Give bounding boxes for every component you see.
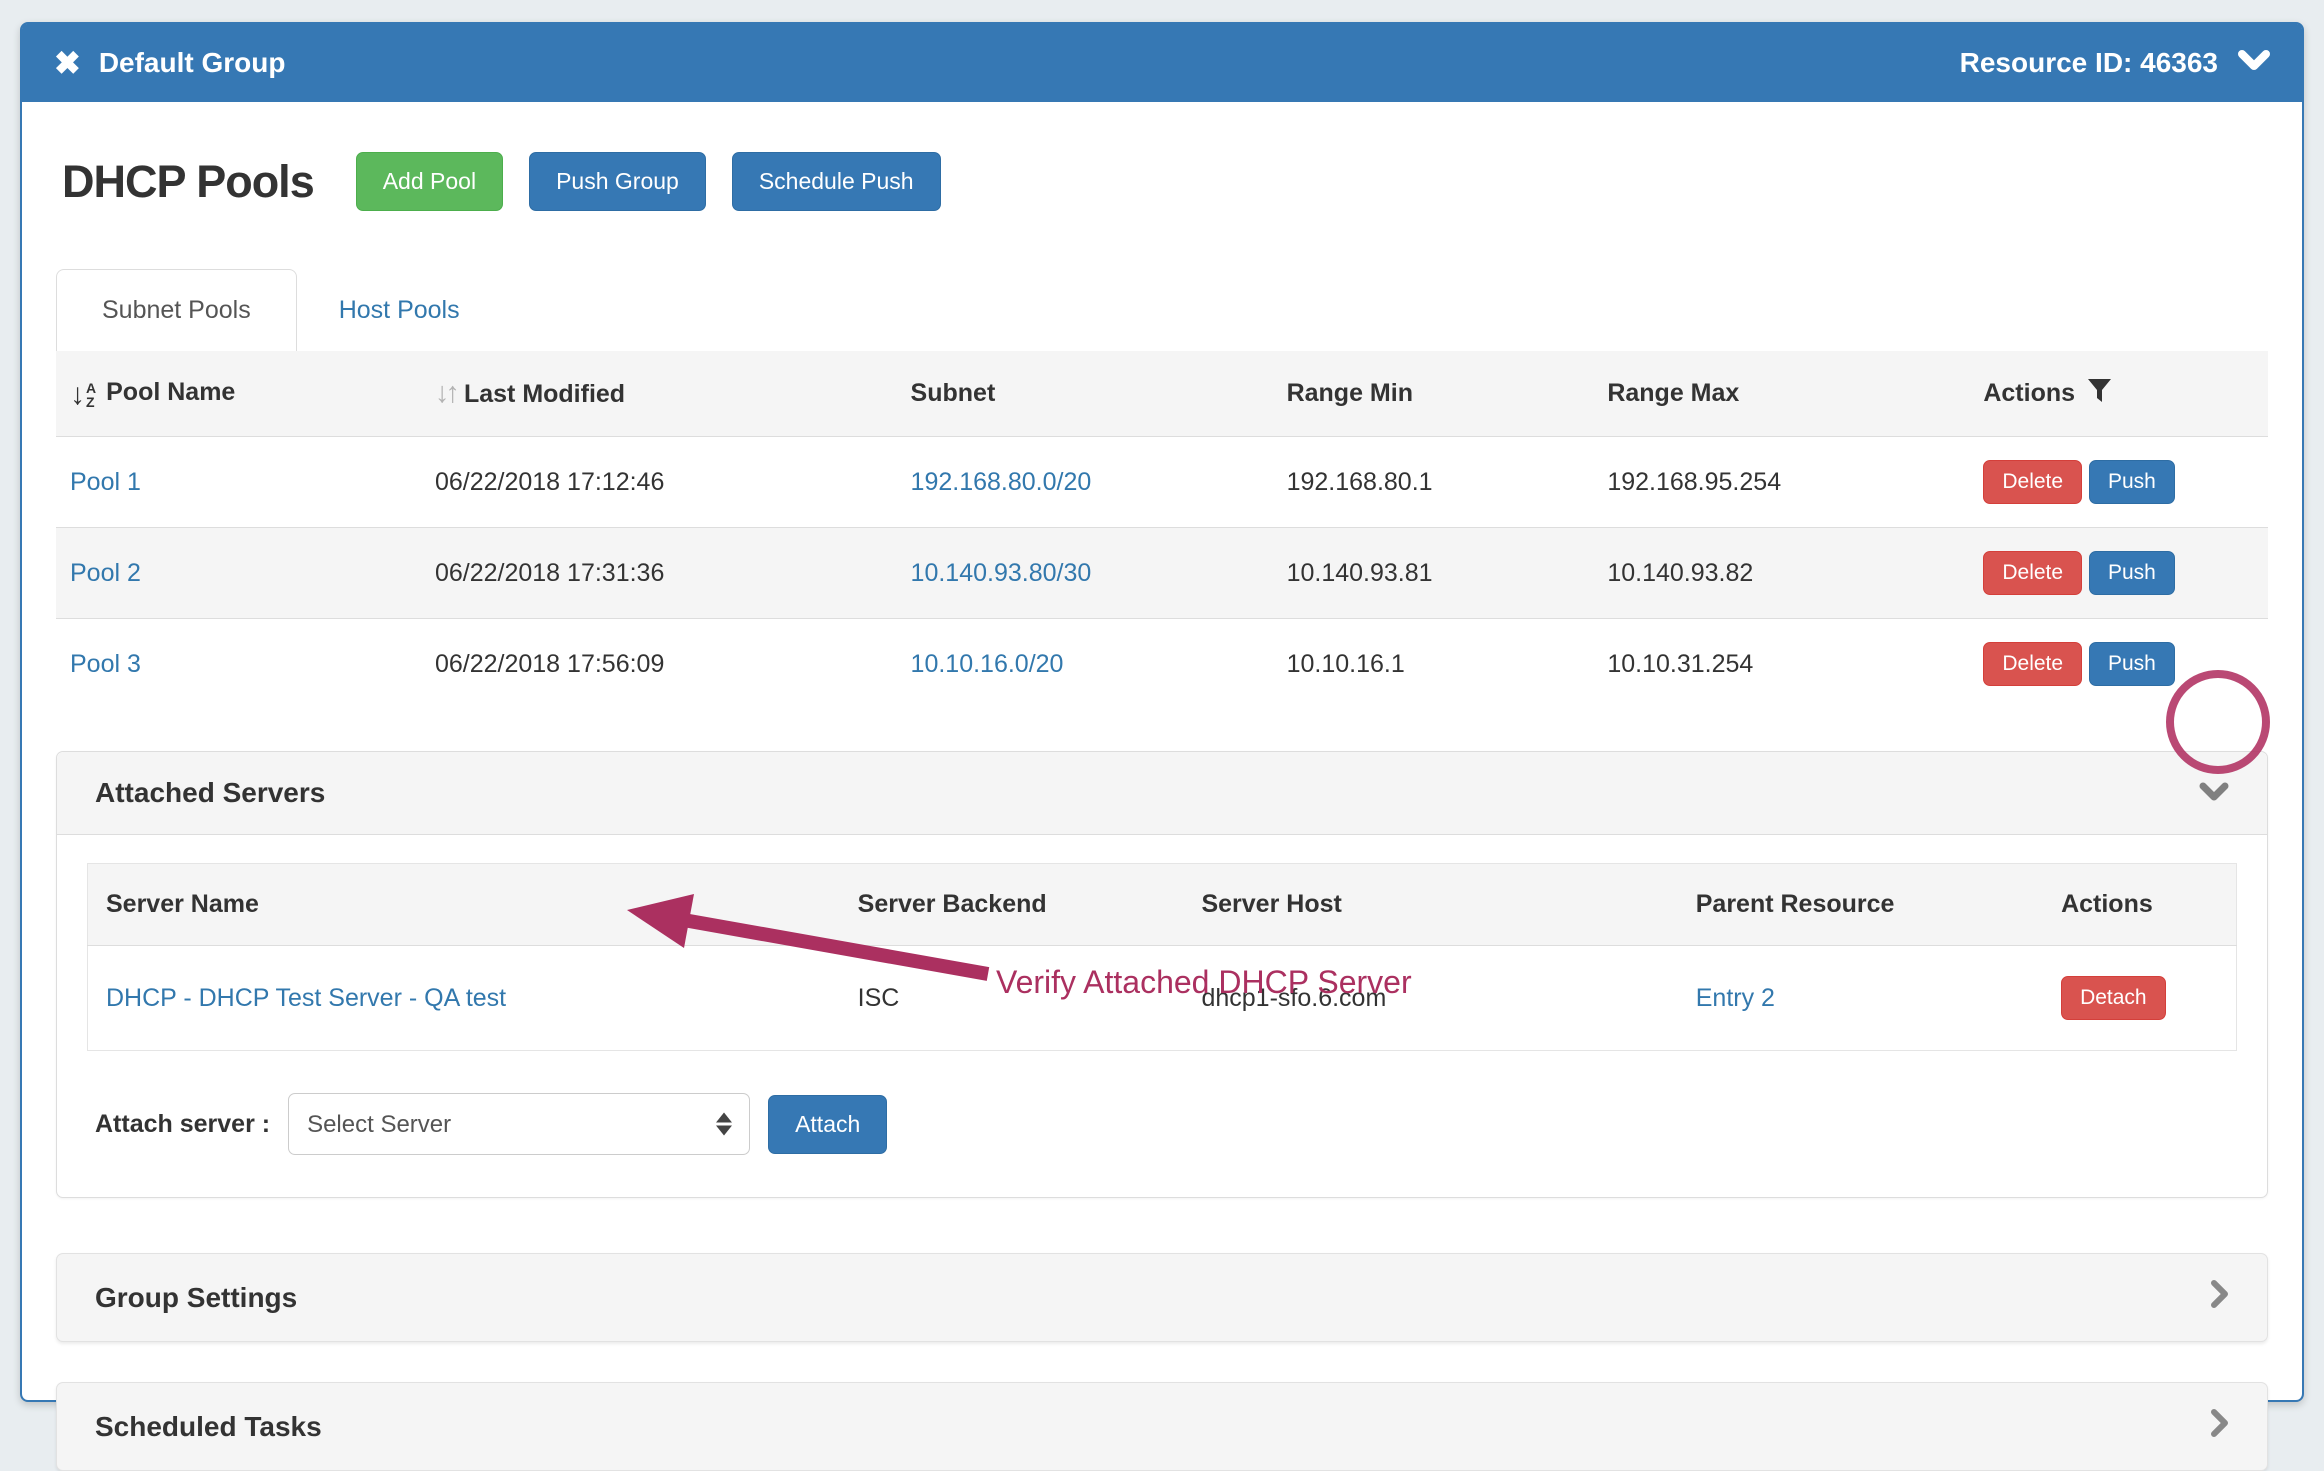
attach-button[interactable]: Attach [768, 1095, 887, 1154]
push-button[interactable]: Push [2089, 551, 2175, 595]
push-button[interactable]: Push [2089, 460, 2175, 504]
attached-servers-body: Server Name Server Backend Server Host P… [57, 835, 2267, 1197]
titlebar-left: ✖ Default Group [54, 47, 285, 79]
filter-icon[interactable] [2087, 378, 2112, 410]
scheduled-tasks-panel[interactable]: Scheduled Tasks [56, 1382, 2268, 1471]
close-icon[interactable]: ✖ [54, 47, 81, 79]
chevron-right-icon[interactable] [2209, 1279, 2229, 1316]
attached-servers-table: Server Name Server Backend Server Host P… [87, 863, 2237, 1051]
subnet-link[interactable]: 10.10.16.0/20 [911, 650, 1064, 678]
attached-servers-title: Attached Servers [95, 777, 325, 809]
column-last-modified[interactable]: ↓↑Last Modified [421, 351, 897, 437]
column-server-name: Server Name [88, 864, 840, 946]
column-range-max: Range Max [1593, 351, 1969, 437]
column-server-backend: Server Backend [840, 864, 1184, 946]
pool-table-header-row: ↓AZPool Name ↓↑Last Modified Subnet Rang… [56, 351, 2268, 437]
column-server-actions: Actions [2043, 864, 2236, 946]
server-select-wrap: Select Server [288, 1093, 750, 1155]
resource-id-label: Resource ID: 46363 [1960, 47, 2218, 79]
schedule-push-button[interactable]: Schedule Push [732, 152, 941, 211]
chevron-down-icon[interactable] [2238, 47, 2270, 79]
column-range-min: Range Min [1273, 351, 1594, 437]
subnet-link[interactable]: 10.140.93.80/30 [911, 559, 1092, 587]
page-title: DHCP Pools [62, 156, 314, 208]
range-min-value: 10.10.16.1 [1273, 619, 1594, 710]
table-row: Pool 1 06/22/2018 17:12:46 192.168.80.0/… [56, 437, 2268, 528]
server-name-link[interactable]: DHCP - DHCP Test Server - QA test [106, 984, 506, 1012]
default-group-window: ✖ Default Group Resource ID: 46363 DHCP … [20, 22, 2304, 1402]
subnet-link[interactable]: 192.168.80.0/20 [911, 468, 1092, 496]
table-row: Pool 2 06/22/2018 17:31:36 10.140.93.80/… [56, 528, 2268, 619]
chevron-down-icon[interactable] [2199, 777, 2229, 809]
titlebar-right: Resource ID: 46363 [1960, 47, 2270, 79]
server-row: DHCP - DHCP Test Server - QA test ISC dh… [88, 946, 2237, 1051]
range-min-value: 192.168.80.1 [1273, 437, 1594, 528]
range-max-value: 10.10.31.254 [1593, 619, 1969, 710]
range-min-value: 10.140.93.81 [1273, 528, 1594, 619]
pool-tabs: Subnet Pools Host Pools [56, 269, 2268, 351]
title-row: DHCP Pools Add Pool Push Group Schedule … [62, 152, 2268, 211]
detach-button[interactable]: Detach [2061, 976, 2166, 1020]
pool-link[interactable]: Pool 1 [70, 468, 141, 496]
delete-button[interactable]: Delete [1983, 642, 2082, 686]
window-titlebar: ✖ Default Group Resource ID: 46363 [22, 24, 2302, 102]
delete-button[interactable]: Delete [1983, 460, 2082, 504]
range-max-value: 192.168.95.254 [1593, 437, 1969, 528]
push-button[interactable]: Push [2089, 642, 2175, 686]
group-settings-panel[interactable]: Group Settings [56, 1253, 2268, 1342]
server-backend-value: ISC [840, 946, 1184, 1051]
column-pool-name[interactable]: ↓AZPool Name [56, 351, 421, 437]
attach-server-label: Attach server : [95, 1110, 270, 1139]
window-title: Default Group [99, 47, 286, 79]
server-select[interactable]: Select Server [288, 1093, 750, 1155]
table-row: Pool 3 06/22/2018 17:56:09 10.10.16.0/20… [56, 619, 2268, 710]
column-actions: Actions [1969, 351, 2268, 437]
add-pool-button[interactable]: Add Pool [356, 152, 503, 211]
tab-subnet-pools[interactable]: Subnet Pools [56, 269, 297, 351]
sort-updown-icon[interactable]: ↓↑ [435, 377, 456, 409]
group-settings-title: Group Settings [95, 1282, 297, 1314]
attach-server-row: Attach server : Select Server Attach [87, 1093, 2237, 1155]
push-group-button[interactable]: Push Group [529, 152, 706, 211]
column-server-host: Server Host [1183, 864, 1677, 946]
pool-link[interactable]: Pool 2 [70, 559, 141, 587]
server-table-header-row: Server Name Server Backend Server Host P… [88, 864, 2237, 946]
page: { "window": { "title": "Default Group", … [0, 0, 2324, 1426]
attached-servers-panel: Attached Servers Server Name Server Back… [56, 751, 2268, 1198]
sort-alpha-icon[interactable]: ↓AZ [70, 381, 96, 409]
pool-link[interactable]: Pool 3 [70, 650, 141, 678]
column-parent-resource: Parent Resource [1678, 864, 2043, 946]
chevron-right-icon[interactable] [2209, 1408, 2229, 1445]
attached-servers-header[interactable]: Attached Servers [57, 752, 2267, 835]
last-modified-value: 06/22/2018 17:12:46 [421, 437, 897, 528]
window-body: DHCP Pools Add Pool Push Group Schedule … [22, 102, 2302, 1471]
tab-host-pools[interactable]: Host Pools [297, 270, 502, 351]
range-max-value: 10.140.93.82 [1593, 528, 1969, 619]
scheduled-tasks-title: Scheduled Tasks [95, 1411, 322, 1443]
parent-resource-link[interactable]: Entry 2 [1696, 984, 1775, 1012]
last-modified-value: 06/22/2018 17:31:36 [421, 528, 897, 619]
server-host-value: dhcp1-sfo.6.com [1183, 946, 1677, 1051]
column-subnet: Subnet [897, 351, 1273, 437]
delete-button[interactable]: Delete [1983, 551, 2082, 595]
last-modified-value: 06/22/2018 17:56:09 [421, 619, 897, 710]
subnet-pools-table: ↓AZPool Name ↓↑Last Modified Subnet Rang… [56, 351, 2268, 709]
